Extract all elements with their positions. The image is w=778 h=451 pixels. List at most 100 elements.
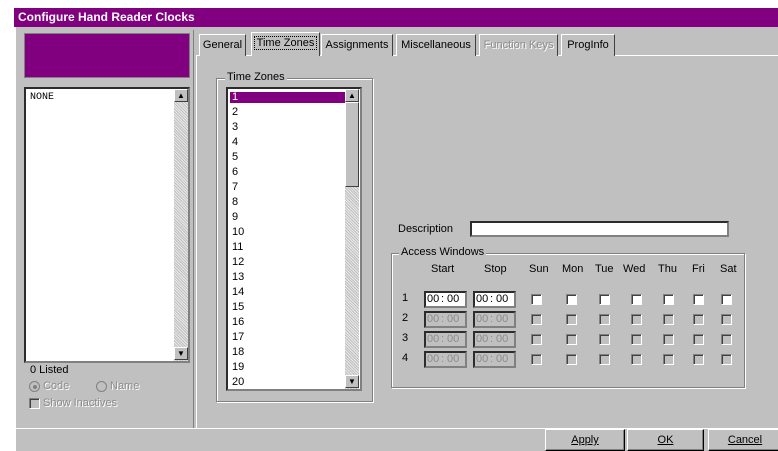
day-checkbox-thu[interactable] (663, 354, 674, 365)
start-time-input[interactable]: 00:00 (424, 331, 467, 348)
radio-code[interactable] (29, 381, 40, 392)
day-checkbox-wed[interactable] (631, 294, 642, 305)
start-time-input[interactable]: 00:00 (424, 291, 467, 308)
time-zone-item[interactable]: 3 (230, 122, 349, 133)
day-checkbox-thu[interactable] (663, 314, 674, 325)
day-checkbox-mon[interactable] (566, 354, 577, 365)
row-number: 4 (402, 352, 409, 364)
time-separator: : (490, 333, 494, 345)
fri-header: Fri (692, 263, 705, 275)
day-checkbox-sun[interactable] (531, 294, 542, 305)
start-minute[interactable]: 00 (447, 313, 459, 326)
day-checkbox-wed[interactable] (631, 314, 642, 325)
day-checkbox-fri[interactable] (693, 294, 704, 305)
scroll-down-icon[interactable]: ▼ (174, 347, 188, 360)
stop-minute[interactable]: 00 (496, 353, 508, 366)
start-hour[interactable]: 00 (427, 353, 439, 366)
day-checkbox-mon[interactable] (566, 294, 577, 305)
day-checkbox-sun[interactable] (531, 314, 542, 325)
time-zone-list[interactable]: 1 2 3 4 5 6 7 8 9 10 11 12 13 14 15 16 17 18 19 20 (226, 87, 362, 391)
stop-time-input[interactable]: 00:00 (473, 351, 516, 368)
time-zone-item[interactable]: 15 (230, 302, 349, 313)
tab-general[interactable]: General (199, 34, 246, 56)
time-zone-item[interactable]: 8 (230, 197, 349, 208)
day-checkbox-fri[interactable] (693, 354, 704, 365)
day-checkbox-sun[interactable] (531, 354, 542, 365)
stop-minute[interactable]: 00 (496, 313, 508, 326)
day-checkbox-sat[interactable] (721, 294, 732, 305)
show-inactives-checkbox[interactable] (29, 398, 40, 409)
day-checkbox-tue[interactable] (599, 334, 610, 345)
start-minute[interactable]: 00 (447, 293, 459, 306)
start-hour[interactable]: 00 (427, 313, 439, 326)
time-zone-item[interactable]: 19 (230, 362, 349, 373)
stop-time-input[interactable]: 00:00 (473, 331, 516, 348)
time-zone-item[interactable]: 6 (230, 167, 349, 178)
day-checkbox-tue[interactable] (599, 294, 610, 305)
time-zone-item[interactable]: 1 (230, 92, 349, 103)
tab-assignments[interactable]: Assignments (321, 34, 393, 56)
time-zone-item[interactable]: 11 (230, 242, 349, 253)
time-zone-item[interactable]: 2 (230, 107, 349, 118)
day-checkbox-sat[interactable] (721, 334, 732, 345)
start-time-input[interactable]: 00:00 (424, 351, 467, 368)
stop-hour[interactable]: 00 (476, 293, 488, 306)
time-zone-item[interactable]: 9 (230, 212, 349, 223)
stop-hour[interactable]: 00 (476, 353, 488, 366)
tab-proginfo[interactable]: ProgInfo (561, 34, 615, 56)
apply-button[interactable]: Apply (545, 429, 625, 451)
day-checkbox-tue[interactable] (599, 354, 610, 365)
time-zone-item[interactable]: 17 (230, 332, 349, 343)
time-zone-item[interactable]: 18 (230, 347, 349, 358)
time-zone-item[interactable]: 5 (230, 152, 349, 163)
day-checkbox-wed[interactable] (631, 334, 642, 345)
day-checkbox-fri[interactable] (693, 334, 704, 345)
scroll-thumb[interactable] (345, 102, 359, 187)
time-zone-item[interactable]: 14 (230, 287, 349, 298)
scroll-up-icon[interactable]: ▲ (345, 89, 359, 102)
time-zone-item[interactable]: 4 (230, 137, 349, 148)
start-hour[interactable]: 00 (427, 293, 439, 306)
scroll-down-icon[interactable]: ▼ (345, 375, 359, 388)
day-checkbox-thu[interactable] (663, 334, 674, 345)
day-checkbox-mon[interactable] (566, 314, 577, 325)
description-input[interactable] (470, 221, 729, 237)
start-hour[interactable]: 00 (427, 333, 439, 346)
time-zone-item[interactable]: 12 (230, 257, 349, 268)
radio-name[interactable] (96, 381, 107, 392)
day-checkbox-thu[interactable] (663, 294, 674, 305)
stop-hour[interactable]: 00 (476, 313, 488, 326)
time-zone-item[interactable]: 16 (230, 317, 349, 328)
time-zone-item[interactable]: 13 (230, 272, 349, 283)
cancel-button[interactable]: Cancel (708, 429, 778, 451)
day-checkbox-sat[interactable] (721, 354, 732, 365)
clock-list[interactable]: NONE (24, 87, 190, 363)
stop-hour[interactable]: 00 (476, 333, 488, 346)
start-time-input[interactable]: 00:00 (424, 311, 467, 328)
day-checkbox-fri[interactable] (693, 314, 704, 325)
day-checkbox-tue[interactable] (599, 314, 610, 325)
stop-minute[interactable]: 00 (496, 333, 508, 346)
day-checkbox-sun[interactable] (531, 334, 542, 345)
tab-miscellaneous[interactable]: Miscellaneous (396, 34, 476, 56)
list-item[interactable]: NONE (30, 92, 54, 103)
time-zone-item[interactable]: 20 (230, 377, 349, 388)
stop-minute[interactable]: 00 (496, 293, 508, 306)
row-number: 2 (402, 312, 409, 324)
start-minute[interactable]: 00 (447, 353, 459, 366)
ok-button[interactable]: OK (627, 429, 704, 451)
stop-time-input[interactable]: 00:00 (473, 311, 516, 328)
day-checkbox-mon[interactable] (566, 334, 577, 345)
time-zone-item[interactable]: 10 (230, 227, 349, 238)
sat-header: Sat (720, 263, 737, 275)
day-checkbox-wed[interactable] (631, 354, 642, 365)
start-minute[interactable]: 00 (447, 333, 459, 346)
stop-time-input[interactable]: 00:00 (473, 291, 516, 308)
time-separator: : (441, 333, 445, 345)
time-zone-item[interactable]: 7 (230, 182, 349, 193)
scroll-up-icon[interactable]: ▲ (174, 89, 188, 102)
clock-list-scrollbar[interactable] (174, 89, 188, 361)
tab-function-keys[interactable]: Function Keys (479, 34, 558, 56)
day-checkbox-sat[interactable] (721, 314, 732, 325)
tab-time-zones[interactable]: Time Zones (251, 32, 320, 56)
